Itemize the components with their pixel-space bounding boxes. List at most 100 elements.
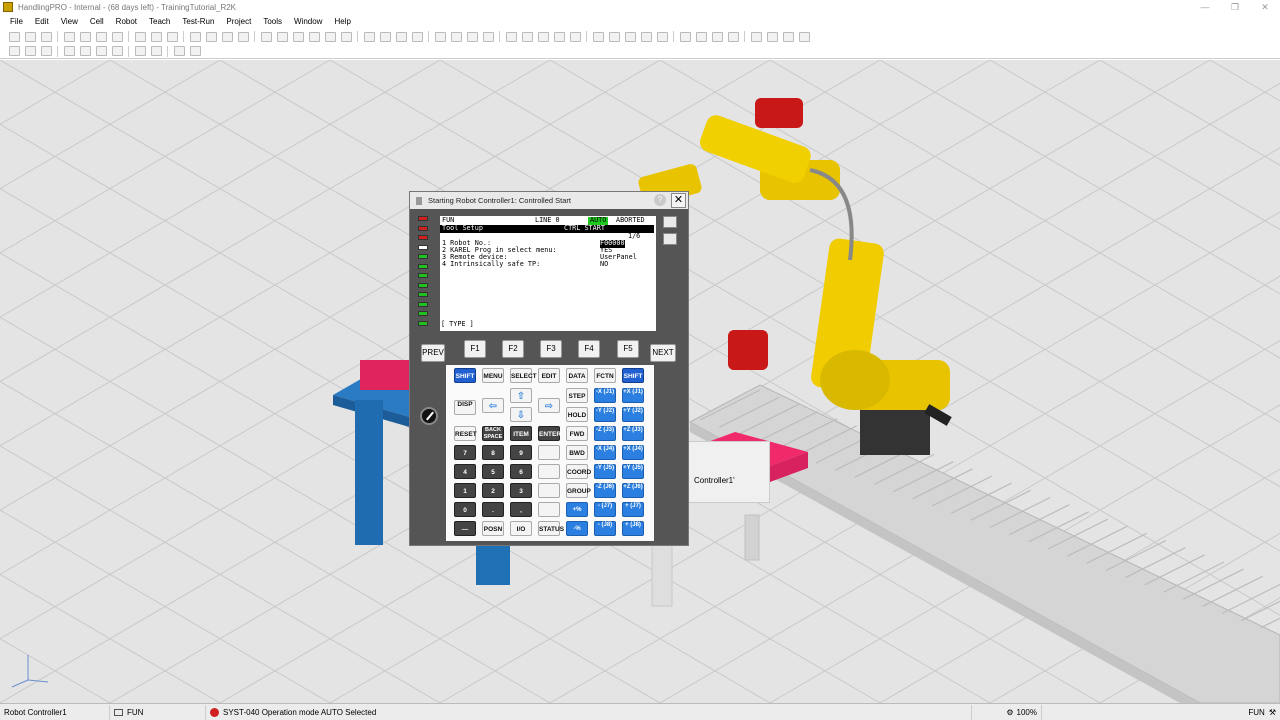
fctn-key[interactable]: FCTN — [594, 368, 616, 383]
blank-key-1[interactable] — [538, 445, 560, 460]
jog-plus-j7[interactable]: + (J7) — [622, 502, 644, 517]
toolbar-button-icon[interactable] — [505, 31, 517, 42]
key-comma[interactable]: , — [510, 502, 532, 517]
toolbar-button-icon[interactable] — [363, 31, 375, 42]
toolbar-button-icon[interactable] — [553, 31, 565, 42]
key-8[interactable]: 8 — [482, 445, 504, 460]
toolbar-button-icon[interactable] — [537, 31, 549, 42]
toolbar-button-icon[interactable] — [450, 31, 462, 42]
toolbar-button-icon[interactable] — [711, 31, 723, 42]
toolbar-button-icon[interactable] — [798, 31, 810, 42]
toolbar-button-icon[interactable] — [150, 31, 162, 42]
toolbar-button-icon[interactable] — [521, 31, 533, 42]
toolbar-button-icon[interactable] — [340, 31, 352, 42]
toolbar-button-icon[interactable] — [766, 31, 778, 42]
f2-key[interactable]: F2 — [502, 340, 524, 358]
reset-key[interactable]: RESET — [454, 426, 477, 441]
jog-minus-j7[interactable]: - (J7) — [594, 502, 616, 517]
menu-teach[interactable]: Teach — [149, 17, 170, 26]
toolbar-button-icon[interactable] — [111, 31, 123, 42]
step-key[interactable]: STEP — [566, 388, 588, 403]
jog-plus-j4[interactable]: +X (J4) — [622, 445, 644, 460]
toolbar-button-icon[interactable] — [324, 31, 336, 42]
toolbar-button-icon[interactable] — [24, 46, 36, 56]
toolbar-button-icon[interactable] — [189, 46, 201, 56]
toolbar-button-icon[interactable] — [656, 31, 668, 42]
f4-key[interactable]: F4 — [578, 340, 600, 358]
toolbar-button-icon[interactable] — [727, 31, 739, 42]
screen-tool-icon[interactable] — [663, 216, 677, 228]
help-icon[interactable]: ? — [654, 194, 666, 206]
menu-project[interactable]: Project — [226, 17, 251, 26]
menu-key[interactable]: MENU — [482, 368, 504, 383]
teach-pendant-screen[interactable]: FUN LINE 0 AUTO ABORTED Tool Setup CTRL … — [440, 216, 656, 331]
key-1[interactable]: 1 — [454, 483, 476, 498]
toolbar-button-icon[interactable] — [150, 46, 162, 56]
down-arrow-key[interactable]: ⇩ — [510, 407, 532, 422]
toolbar-button-icon[interactable] — [276, 31, 288, 42]
toolbar-button-icon[interactable] — [221, 31, 233, 42]
backspace-key[interactable]: BACK SPACE — [482, 426, 504, 441]
toolbar-button-icon[interactable] — [608, 31, 620, 42]
enter-key[interactable]: ENTER — [538, 426, 561, 441]
toolbar-button-icon[interactable] — [134, 46, 146, 56]
toolbar-button-icon[interactable] — [640, 31, 652, 42]
status-key[interactable]: STATUS — [538, 521, 564, 536]
prev-key[interactable]: PREV — [421, 344, 445, 362]
jog-minus-j3[interactable]: -Z (J3) — [594, 426, 616, 441]
io-key[interactable]: I/O — [510, 521, 532, 536]
toolbar-button-icon[interactable] — [63, 46, 75, 56]
jog-plus-j1[interactable]: +X (J1) — [622, 388, 644, 403]
toolbar-button-icon[interactable] — [782, 31, 794, 42]
toolbar-button-icon[interactable] — [679, 31, 691, 42]
left-arrow-key[interactable]: ⇦ — [482, 398, 504, 413]
blank-key-4[interactable] — [538, 502, 560, 517]
toolbar-button-icon[interactable] — [434, 31, 446, 42]
key-6[interactable]: 6 — [510, 464, 532, 479]
toolbar-button-icon[interactable] — [750, 31, 762, 42]
menu-robot[interactable]: Robot — [116, 17, 137, 26]
select-key[interactable]: SELECT — [510, 368, 537, 383]
toolbar-button-icon[interactable] — [8, 31, 20, 42]
f3-key[interactable]: F3 — [540, 340, 562, 358]
minus-key[interactable]: — — [454, 521, 476, 536]
toolbar-button-icon[interactable] — [482, 31, 494, 42]
toolbar-button-icon[interactable] — [95, 31, 107, 42]
f1-key[interactable]: F1 — [464, 340, 486, 358]
toolbar-button-icon[interactable] — [79, 46, 91, 56]
toolbar-button-icon[interactable] — [411, 31, 423, 42]
maximize-button[interactable]: ❐ — [1220, 0, 1250, 14]
shift-right-key[interactable]: SHIFT — [622, 368, 644, 383]
close-dialog-button[interactable]: ✕ — [671, 193, 686, 208]
toolbar-button-icon[interactable] — [40, 46, 52, 56]
edit-key[interactable]: EDIT — [538, 368, 560, 383]
toolbar-button-icon[interactable] — [308, 31, 320, 42]
next-key[interactable]: NEXT — [650, 344, 676, 362]
data-key[interactable]: DATA — [566, 368, 588, 383]
key-dot[interactable]: . — [482, 502, 504, 517]
right-arrow-key[interactable]: ⇨ — [538, 398, 560, 413]
blank-key-2[interactable] — [538, 464, 560, 479]
toolbar-button-icon[interactable] — [695, 31, 707, 42]
key-3[interactable]: 3 — [510, 483, 532, 498]
hold-key[interactable]: HOLD — [566, 407, 588, 422]
up-arrow-key[interactable]: ⇧ — [510, 388, 532, 403]
key-2[interactable]: 2 — [482, 483, 504, 498]
close-window-button[interactable]: ✕ — [1250, 0, 1280, 14]
jog-minus-j4[interactable]: -X (J4) — [594, 445, 616, 460]
toolbar-button-icon[interactable] — [592, 31, 604, 42]
disp-key[interactable]: DISP — [454, 400, 476, 415]
toolbar-button-icon[interactable] — [8, 46, 20, 56]
keyboard-icon[interactable] — [663, 233, 677, 245]
menu-test-run[interactable]: Test-Run — [182, 17, 214, 26]
toolbar-button-icon[interactable] — [111, 46, 123, 56]
lcd-footer-type[interactable]: [ TYPE ] — [441, 320, 474, 329]
jog-plus-j5[interactable]: +Y (J5) — [622, 464, 644, 479]
toolbar-button-icon[interactable] — [379, 31, 391, 42]
jog-plus-j2[interactable]: +Y (J2) — [622, 407, 644, 422]
menu-edit[interactable]: Edit — [35, 17, 49, 26]
menu-file[interactable]: File — [10, 17, 23, 26]
toolbar-button-icon[interactable] — [166, 31, 178, 42]
menu-cell[interactable]: Cell — [90, 17, 104, 26]
status-tp-mode[interactable]: FUN — [110, 704, 206, 720]
